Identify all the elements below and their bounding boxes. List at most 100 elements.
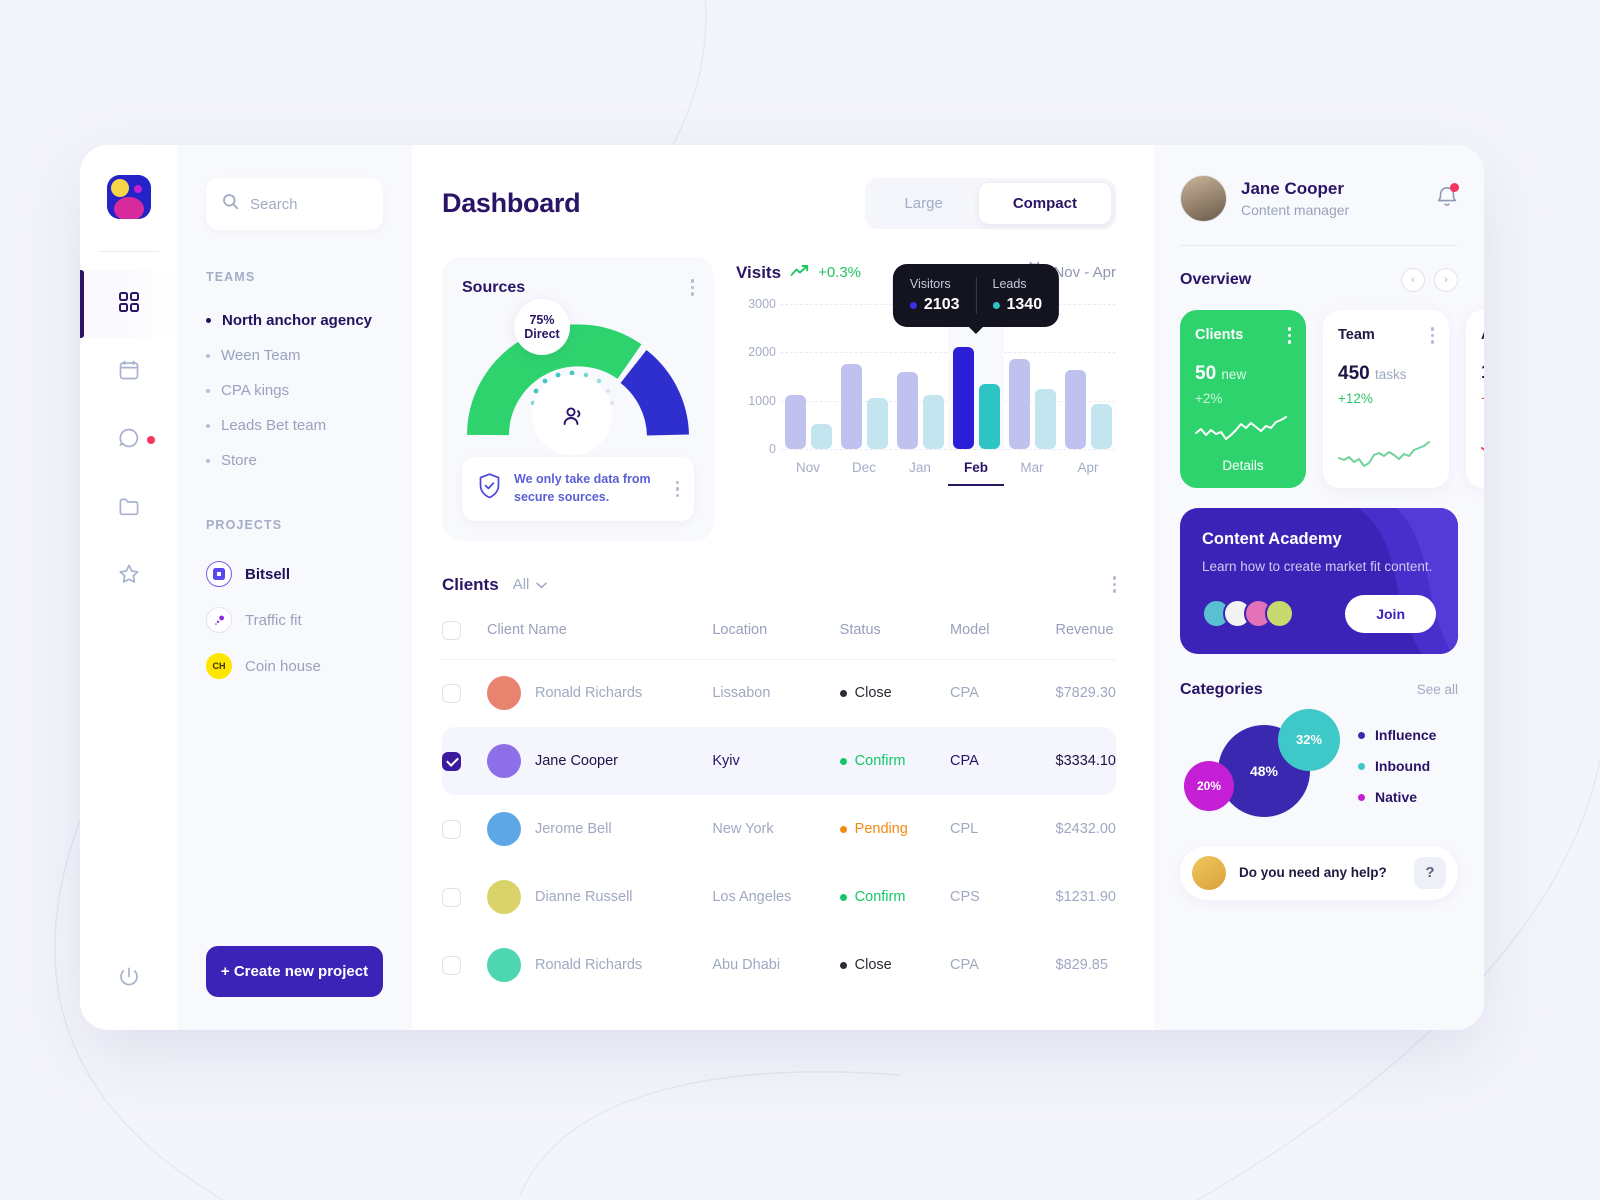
sidebar-item-messages[interactable] [80, 406, 177, 474]
column-model[interactable]: Model [950, 611, 1056, 660]
overview-cards: Clients 50 new +2% Details Team 450 task… [1180, 310, 1484, 488]
bar-group-apr[interactable] [1060, 304, 1116, 449]
sources-value-bubble: 75% Direct [514, 299, 570, 355]
bullet-icon [206, 318, 211, 323]
bar-visitors[interactable] [840, 363, 862, 449]
bell-icon[interactable] [1436, 182, 1459, 213]
x-tick-jan[interactable]: Jan [892, 460, 948, 486]
team-item-cpa-kings[interactable]: CPA kings [206, 373, 383, 408]
chevron-right-icon[interactable]: › [1434, 268, 1458, 292]
kebab-menu-icon[interactable] [675, 480, 679, 497]
sources-card: Sources 75% Direct We only take data fro… [442, 257, 714, 541]
sidebar-item-favorites[interactable] [80, 542, 177, 610]
app-logo[interactable] [106, 175, 151, 219]
table-row[interactable]: Ronald Richards Lissabon Close CPA $7829… [442, 659, 1116, 727]
bar-leads[interactable] [1034, 388, 1056, 449]
bitsell-logo-icon [206, 561, 232, 587]
sidebar-item-calendar[interactable] [80, 338, 177, 406]
bar-visitors[interactable] [896, 371, 918, 449]
legend-item-influence[interactable]: Influence [1358, 727, 1436, 743]
kebab-menu-icon[interactable] [690, 279, 694, 296]
column-revenue[interactable]: Revenue [1056, 611, 1116, 660]
x-tick-nov[interactable]: Nov [780, 460, 836, 486]
x-tick-feb[interactable]: Feb [948, 460, 1004, 486]
tooltip-leads-label: Leads [992, 277, 1027, 291]
x-tick-dec[interactable]: Dec [836, 460, 892, 486]
legend-item-native[interactable]: Native [1358, 789, 1436, 805]
row-checkbox[interactable] [442, 683, 461, 703]
avatar [486, 812, 521, 846]
table-row[interactable]: Jerome Bell New York Pending CPL $2432.0… [442, 795, 1116, 863]
project-item-traffic-fit[interactable]: Traffic fit [206, 597, 383, 643]
select-all-checkbox[interactable] [442, 620, 461, 640]
bar-group-dec[interactable] [836, 304, 892, 449]
shield-check-icon [477, 472, 502, 505]
overview-card-team[interactable]: Team 450 tasks +12% [1323, 310, 1449, 488]
kebab-menu-icon[interactable] [1287, 327, 1291, 344]
bar-visitors[interactable] [1008, 359, 1030, 449]
bar-leads[interactable] [922, 394, 944, 449]
clients-filter-dropdown[interactable]: All [513, 576, 548, 593]
x-tick-apr[interactable]: Apr [1060, 460, 1116, 486]
column-client-name[interactable]: Client Name [487, 611, 712, 660]
create-new-project-button[interactable]: + Create new project [206, 946, 383, 997]
bar-visitors[interactable] [784, 394, 806, 449]
table-row[interactable]: Ronald Richards Abu Dhabi Close CPA $829… [442, 931, 1116, 999]
bar-visitors[interactable] [1064, 370, 1086, 449]
kebab-menu-icon[interactable] [1112, 576, 1116, 593]
legend-item-inbound[interactable]: Inbound [1358, 758, 1436, 774]
overview-card-clients[interactable]: Clients 50 new +2% Details [1180, 310, 1306, 488]
search-box[interactable] [206, 178, 383, 230]
project-label: Traffic fit [245, 611, 302, 629]
status-dot-icon [839, 961, 847, 969]
join-button[interactable]: Join [1345, 594, 1436, 633]
sidebar-item-files[interactable] [80, 474, 177, 542]
cell-model: CPS [950, 889, 980, 905]
bubble-native[interactable]: 20% [1184, 760, 1234, 811]
help-button[interactable]: ? [1414, 856, 1446, 889]
row-checkbox[interactable] [442, 955, 461, 975]
bar-leads[interactable] [1090, 404, 1112, 449]
bar-leads[interactable] [866, 398, 888, 449]
table-row[interactable]: Dianne Russell Los Angeles Confirm CPS $… [442, 863, 1116, 931]
bar-group-nov[interactable] [780, 304, 836, 449]
search-input[interactable] [250, 195, 367, 213]
row-checkbox[interactable] [442, 751, 461, 771]
trend-up-icon [790, 264, 809, 282]
column-location[interactable]: Location [712, 611, 839, 660]
card-unit: new [1221, 366, 1247, 382]
sidebar-item-dashboard[interactable] [80, 270, 177, 338]
kebab-menu-icon[interactable] [1430, 327, 1434, 344]
see-all-link[interactable]: See all [1417, 682, 1458, 697]
team-label: Ween Team [221, 347, 301, 364]
avatar[interactable] [1180, 175, 1227, 222]
visits-delta: +0.3% [818, 264, 862, 281]
table-header-row: Client Name Location Status Model Revenu… [442, 611, 1116, 660]
table-row[interactable]: Jane Cooper Kyiv Confirm CPA $3334.10 [442, 727, 1116, 795]
help-bar[interactable]: Do you need any help? ? [1180, 845, 1458, 900]
team-item-leads-bet-team[interactable]: Leads Bet team [206, 408, 383, 443]
bar-visitors[interactable] [952, 347, 974, 449]
team-item-store[interactable]: Store [206, 443, 383, 478]
column-status[interactable]: Status [840, 611, 950, 660]
project-item-coin-house[interactable]: CH Coin house [206, 643, 383, 689]
view-mode-large[interactable]: Large [870, 183, 976, 224]
cell-client-name: Dianne Russell [534, 889, 633, 905]
overview-card-partial[interactable]: A 1 - [1466, 310, 1484, 488]
row-checkbox[interactable] [442, 887, 461, 907]
team-item-north-anchor-agency[interactable]: North anchor agency [206, 303, 383, 338]
row-checkbox[interactable] [442, 819, 461, 839]
project-item-bitsell[interactable]: Bitsell [206, 551, 383, 597]
x-tick-mar[interactable]: Mar [1004, 460, 1060, 486]
bar-leads[interactable] [810, 423, 832, 449]
bar-leads[interactable] [978, 384, 1000, 449]
view-mode-compact[interactable]: Compact [978, 183, 1111, 224]
team-item-ween-team[interactable]: Ween Team [206, 338, 383, 373]
chevron-left-icon[interactable]: ‹ [1401, 268, 1425, 292]
bar-group-feb[interactable]: Visitors 2103 Leads 1340 [892, 264, 1060, 449]
y-tick-0: 0 [769, 442, 776, 456]
secure-sources-text: We only take data from secure sources. [514, 472, 651, 504]
bubble-inbound[interactable]: 32% [1278, 708, 1340, 771]
card-details-link[interactable]: Details [1195, 458, 1291, 473]
power-icon[interactable] [118, 966, 139, 992]
